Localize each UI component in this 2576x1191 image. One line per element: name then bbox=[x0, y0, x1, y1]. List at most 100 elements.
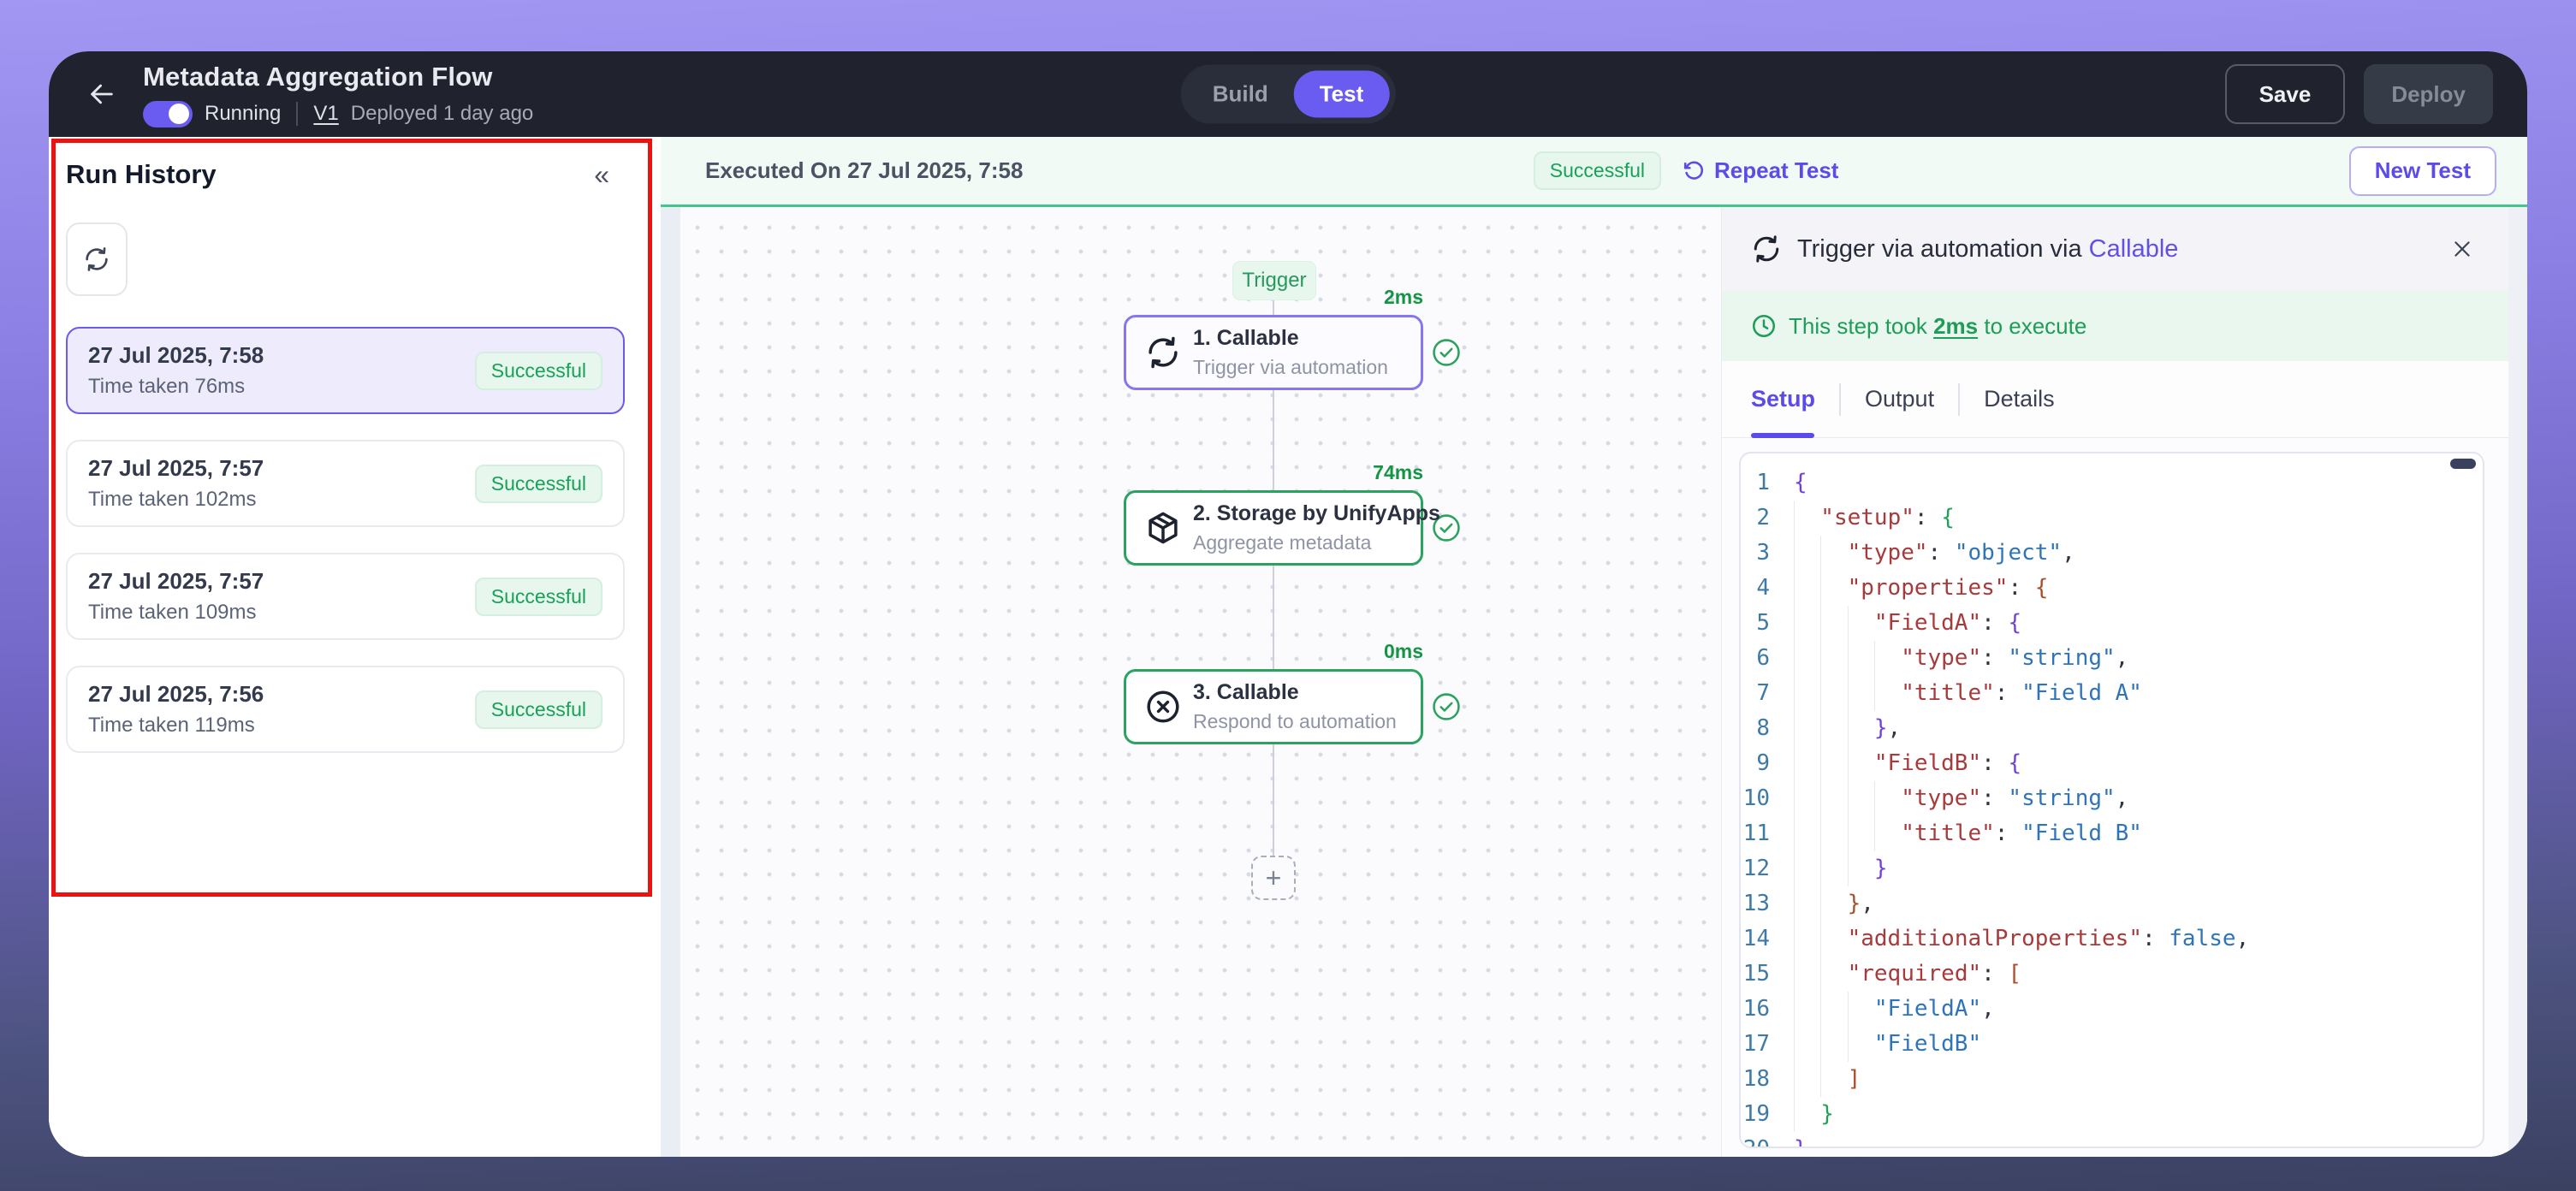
new-test-button[interactable]: New Test bbox=[2349, 146, 2496, 196]
tab-separator bbox=[1958, 383, 1960, 416]
node-duration-label: 2ms bbox=[1124, 286, 1423, 309]
run-date: 27 Jul 2025, 7:57 bbox=[88, 455, 264, 482]
code-line: 9"FieldB": { bbox=[1741, 746, 2483, 781]
tab-setup[interactable]: Setup bbox=[1751, 386, 1815, 412]
code-line: 6"type": "string", bbox=[1741, 641, 2483, 676]
code-line: 10"type": "string", bbox=[1741, 781, 2483, 816]
collapse-icon[interactable]: « bbox=[594, 161, 609, 188]
run-time: Time taken 102ms bbox=[88, 488, 264, 512]
line-number: 15 bbox=[1741, 957, 1794, 992]
run-history-panel: Run History « 27 Jul 2025, 7:58Time take… bbox=[49, 137, 661, 1157]
run-history-title: Run History bbox=[66, 159, 217, 190]
code-line: 17"FieldB" bbox=[1741, 1027, 2483, 1062]
x-circle-icon bbox=[1145, 689, 1181, 725]
back-button[interactable] bbox=[83, 75, 121, 113]
flow-canvas[interactable]: Trigger 2ms 1. Callable Trigger via auto… bbox=[680, 207, 1721, 1157]
line-number: 17 bbox=[1741, 1027, 1794, 1062]
run-history-list: 27 Jul 2025, 7:58Time taken 76msSuccessf… bbox=[66, 327, 661, 753]
execution-time-banner: This step took 2ms to execute bbox=[1722, 291, 2508, 361]
line-number: 4 bbox=[1741, 571, 1794, 606]
success-check-icon bbox=[1432, 338, 1461, 367]
node-duration-label: 0ms bbox=[1124, 640, 1423, 663]
code-line: 14"additionalProperties": false, bbox=[1741, 921, 2483, 957]
code-line: 19} bbox=[1741, 1097, 2483, 1132]
tab-separator bbox=[1839, 383, 1841, 416]
panel-title: Trigger via automation via Callable bbox=[1797, 235, 2178, 264]
panel-tabs: Setup Output Details bbox=[1722, 361, 2508, 438]
run-history-item[interactable]: 27 Jul 2025, 7:58Time taken 76msSuccessf… bbox=[66, 327, 625, 414]
titlebar: Metadata Aggregation Flow Running V1 Dep… bbox=[49, 51, 2527, 137]
code-line: 4"properties": { bbox=[1741, 571, 2483, 606]
page-scrollbar-gutter[interactable] bbox=[2508, 207, 2527, 1157]
line-number: 2 bbox=[1741, 501, 1794, 536]
panel-divider bbox=[661, 207, 680, 1157]
tab-output[interactable]: Output bbox=[1865, 386, 1934, 412]
sync-icon bbox=[1751, 234, 1782, 264]
line-number: 18 bbox=[1741, 1062, 1794, 1097]
tab-test[interactable]: Test bbox=[1294, 71, 1390, 118]
node-title: 2. Storage by UnifyApps bbox=[1193, 501, 1405, 526]
run-status-badge: Successful bbox=[475, 352, 602, 390]
refresh-runs-button[interactable] bbox=[66, 222, 128, 296]
duration-value: 2ms bbox=[1933, 313, 1978, 339]
node-callable-respond[interactable]: 3. Callable Respond to automation bbox=[1124, 669, 1423, 744]
code-line: 5"FieldA": { bbox=[1741, 606, 2483, 641]
active-tab-underline bbox=[1751, 433, 1814, 438]
package-icon bbox=[1145, 510, 1181, 546]
run-status-badge: Successful bbox=[475, 465, 602, 503]
node-storage[interactable]: 2. Storage by UnifyApps Aggregate metada… bbox=[1124, 490, 1423, 566]
run-history-item[interactable]: 27 Jul 2025, 7:57 Time taken 102ms Success… bbox=[66, 440, 625, 527]
callable-link[interactable]: Callable bbox=[2089, 235, 2179, 263]
code-line: 11"title": "Field B" bbox=[1741, 816, 2483, 851]
node-subtitle: Aggregate metadata bbox=[1193, 531, 1405, 554]
json-code-editor[interactable]: 1{2"setup": {3"type": "object",4"propert… bbox=[1739, 452, 2484, 1148]
deployed-label: Deployed 1 day ago bbox=[351, 102, 534, 126]
executed-on-label: Executed On 27 Jul 2025, 7:58 bbox=[705, 157, 1023, 184]
page-title: Metadata Aggregation Flow bbox=[143, 62, 533, 92]
code-line: 13}, bbox=[1741, 886, 2483, 921]
version-link[interactable]: V1 bbox=[313, 102, 338, 126]
app-window: Metadata Aggregation Flow Running V1 Dep… bbox=[49, 51, 2527, 1157]
code-line: 8}, bbox=[1741, 711, 2483, 746]
run-date: 27 Jul 2025, 7:57 bbox=[88, 568, 264, 595]
deploy-button[interactable]: Deploy bbox=[2364, 64, 2493, 124]
node-callable-trigger[interactable]: 1. Callable Trigger via automation bbox=[1124, 315, 1423, 390]
node-title: 3. Callable bbox=[1193, 680, 1397, 705]
close-panel-button[interactable] bbox=[2445, 232, 2479, 266]
success-check-icon bbox=[1432, 692, 1461, 721]
save-button[interactable]: Save bbox=[2225, 64, 2346, 124]
tab-details[interactable]: Details bbox=[1984, 386, 2055, 412]
line-number: 12 bbox=[1741, 851, 1794, 886]
line-number: 5 bbox=[1741, 606, 1794, 641]
line-number: 20 bbox=[1741, 1132, 1794, 1148]
arrow-left-icon bbox=[87, 80, 116, 109]
run-time: Time taken 76ms bbox=[88, 375, 264, 399]
close-icon bbox=[2451, 238, 2473, 260]
code-lines: 1{2"setup": {3"type": "object",4"propert… bbox=[1741, 465, 2483, 1148]
line-number: 14 bbox=[1741, 921, 1794, 957]
line-number: 1 bbox=[1741, 465, 1794, 501]
running-toggle[interactable] bbox=[143, 101, 193, 127]
add-step-button[interactable]: + bbox=[1251, 856, 1296, 900]
repeat-test-button[interactable]: Repeat Test bbox=[1682, 157, 1838, 184]
repeat-test-label: Repeat Test bbox=[1714, 157, 1838, 184]
run-status-badge: Successful bbox=[475, 578, 602, 616]
test-result-bar: Executed On 27 Jul 2025, 7:58 Successful… bbox=[661, 137, 2527, 207]
step-detail-panel: Trigger via automation via Callable This… bbox=[1721, 207, 2508, 1157]
scrollbar-thumb[interactable] bbox=[2450, 459, 2476, 469]
node-subtitle: Trigger via automation bbox=[1193, 356, 1388, 379]
code-line: 18] bbox=[1741, 1062, 2483, 1097]
tab-build[interactable]: Build bbox=[1187, 71, 1294, 118]
run-history-item[interactable]: 27 Jul 2025, 7:56Time taken 119msSuccess… bbox=[66, 666, 625, 753]
clock-icon bbox=[1751, 313, 1777, 339]
line-number: 10 bbox=[1741, 781, 1794, 816]
refresh-icon bbox=[83, 246, 110, 273]
node-duration-label: 74ms bbox=[1124, 461, 1423, 484]
run-history-item[interactable]: 27 Jul 2025, 7:57 Time taken 109ms Success… bbox=[66, 553, 625, 640]
code-line: 15"required": [ bbox=[1741, 957, 2483, 992]
code-line: 2"setup": { bbox=[1741, 501, 2483, 536]
line-number: 19 bbox=[1741, 1097, 1794, 1132]
line-number: 13 bbox=[1741, 886, 1794, 921]
code-line: 7"title": "Field A" bbox=[1741, 676, 2483, 711]
run-time: Time taken 109ms bbox=[88, 601, 264, 625]
